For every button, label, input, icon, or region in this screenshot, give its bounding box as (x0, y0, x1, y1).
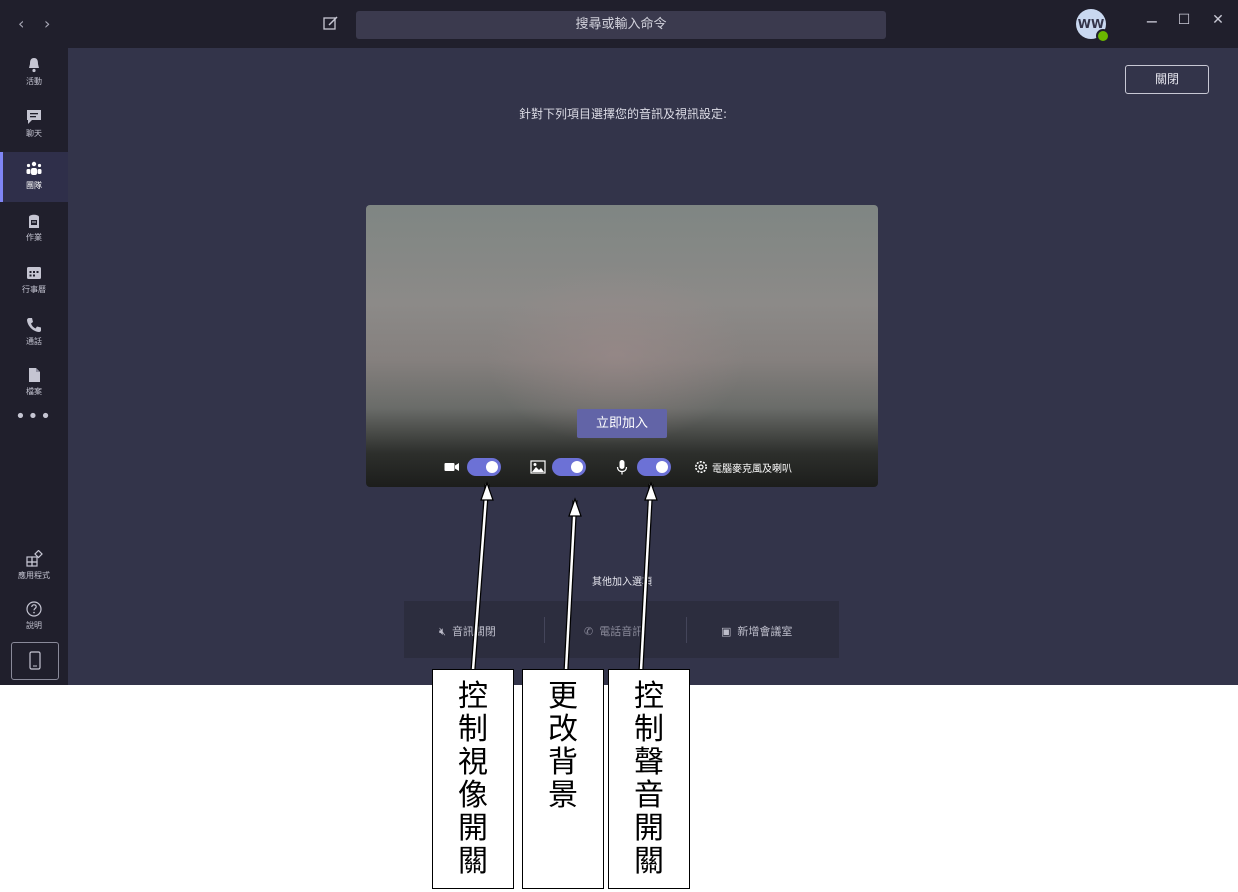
callout-audio-toggle: 控制聲音開關 (608, 669, 690, 889)
video-arrow (470, 481, 494, 671)
callout-text: 控制聲音開關 (634, 679, 664, 879)
microphone-arrow (638, 481, 658, 671)
background-arrow (563, 497, 582, 671)
callout-video-toggle: 控制視像開關 (432, 669, 514, 889)
callout-text: 更改背景 (548, 679, 578, 813)
callout-text: 控制視像開關 (458, 679, 488, 879)
callout-background: 更改背景 (522, 669, 604, 889)
